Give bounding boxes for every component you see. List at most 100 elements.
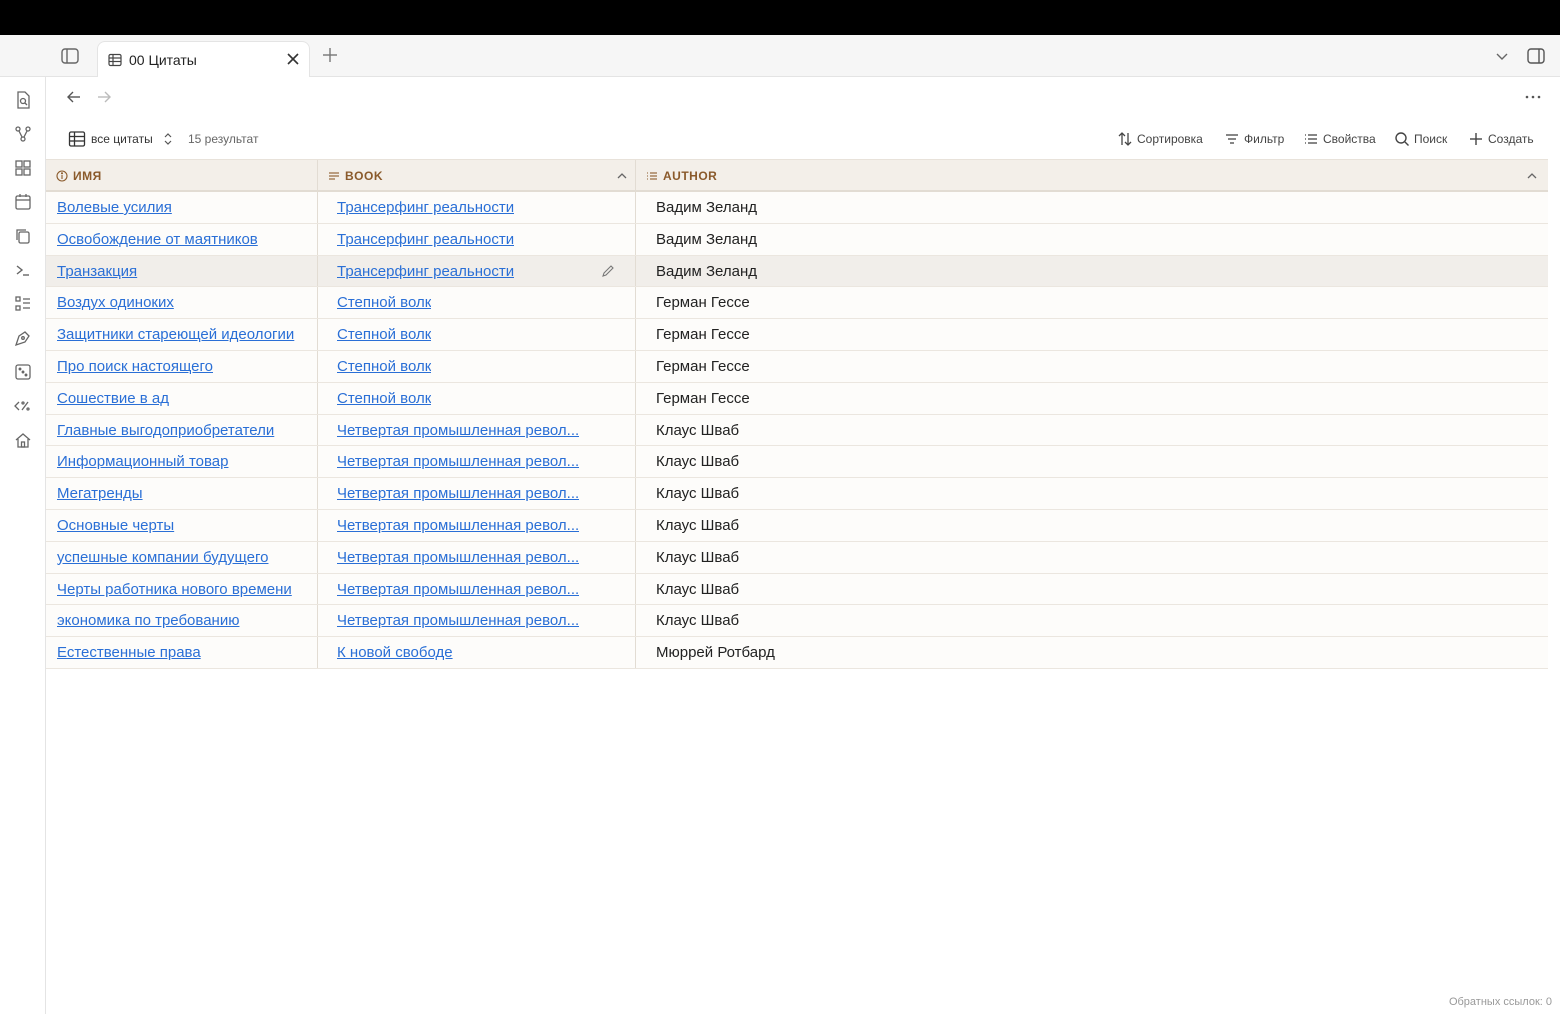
table-row[interactable]: Основные черты Четвертая промышленная рев… bbox=[46, 509, 1548, 542]
table-row[interactable]: Информационный товар Четвертая промышленн… bbox=[46, 446, 1548, 479]
quote-link[interactable]: успешные компании будущего bbox=[57, 549, 268, 566]
chevron-down-icon[interactable] bbox=[1494, 48, 1510, 64]
book-link[interactable]: Степной волк bbox=[337, 326, 431, 343]
close-icon[interactable] bbox=[286, 52, 300, 66]
book-link[interactable]: Четвертая промышленная револ... bbox=[337, 453, 579, 470]
sort-button[interactable]: Сортировка bbox=[1117, 129, 1203, 149]
cell-author[interactable]: Клаус Шваб bbox=[656, 446, 1456, 477]
cell-author[interactable]: Вадим Зеланд bbox=[656, 256, 1456, 287]
column-divider[interactable] bbox=[317, 160, 318, 190]
table-row[interactable]: Транзакция Трансерфинг реальности Вадим Зе… bbox=[46, 255, 1548, 288]
cell-author[interactable]: Герман Гессе bbox=[656, 319, 1456, 350]
cell-author[interactable]: Вадим Зеланд bbox=[656, 224, 1456, 255]
copy-icon[interactable] bbox=[13, 226, 33, 246]
table-row[interactable]: экономика по требованию Четвертая промышл… bbox=[46, 605, 1548, 638]
cell-book: Четвертая промышленная револ... bbox=[337, 446, 587, 477]
more-options-icon[interactable] bbox=[1524, 89, 1542, 105]
table-row[interactable]: Воздух одиноких Степной волк Герман Гессе bbox=[46, 287, 1548, 320]
book-link[interactable]: Четвертая промышленная револ... bbox=[337, 517, 579, 534]
book-link[interactable]: Трансерфинг реальности bbox=[337, 231, 514, 248]
graph-icon[interactable] bbox=[13, 124, 33, 144]
right-sidebar-toggle-icon[interactable] bbox=[1526, 46, 1546, 66]
pencil-edit-icon[interactable] bbox=[601, 264, 615, 278]
cell-author[interactable]: Герман Гессе bbox=[656, 287, 1456, 318]
book-link[interactable]: К новой свободе bbox=[337, 644, 453, 661]
cell-author[interactable]: Клаус Шваб bbox=[656, 478, 1456, 509]
table-row[interactable]: Волевые усилия Трансерфинг реальности Вади… bbox=[46, 192, 1548, 224]
quote-link[interactable]: Мегатренды bbox=[57, 485, 143, 502]
properties-button[interactable]: Свойства bbox=[1303, 129, 1376, 149]
quote-link[interactable]: Про поиск настоящего bbox=[57, 358, 213, 375]
quote-link[interactable]: Транзакция bbox=[57, 263, 137, 280]
column-header-book[interactable]: BOOK bbox=[328, 160, 383, 191]
quote-link[interactable]: Волевые усилия bbox=[57, 199, 172, 216]
table-row[interactable]: Сошествие в ад Степной волк Герман Гессе bbox=[46, 382, 1548, 415]
cell-author[interactable]: Клаус Шваб bbox=[656, 605, 1456, 636]
book-link[interactable]: Степной волк bbox=[337, 294, 431, 311]
filter-button[interactable]: Фильтр bbox=[1224, 129, 1284, 149]
left-sidebar-toggle-icon[interactable] bbox=[60, 46, 80, 66]
book-link[interactable]: Четвертая промышленная револ... bbox=[337, 485, 579, 502]
quote-link[interactable]: Освобождение от маятников bbox=[57, 231, 258, 248]
table-icon[interactable] bbox=[68, 130, 86, 148]
book-link[interactable]: Трансерфинг реальности bbox=[337, 199, 514, 216]
column-divider[interactable] bbox=[635, 160, 636, 190]
quote-link[interactable]: Сошествие в ад bbox=[57, 390, 169, 407]
cell-author[interactable]: Клаус Шваб bbox=[656, 574, 1456, 605]
quote-link[interactable]: Информационный товар bbox=[57, 453, 228, 470]
column-header-name[interactable]: ИМЯ bbox=[56, 160, 102, 191]
cell-author[interactable]: Вадим Зеланд bbox=[656, 192, 1456, 223]
arrow-left-icon[interactable] bbox=[66, 89, 82, 105]
chevron-up-down-icon[interactable] bbox=[163, 132, 173, 146]
chevron-up-icon[interactable] bbox=[1526, 170, 1538, 182]
create-button[interactable]: Создать bbox=[1468, 129, 1534, 149]
dice-icon[interactable] bbox=[13, 362, 33, 382]
new-tab-plus-icon[interactable] bbox=[320, 45, 340, 65]
table-row[interactable]: Мегатренды Четвертая промышленная револ..… bbox=[46, 478, 1548, 510]
template-icon[interactable] bbox=[13, 396, 33, 416]
base-toolbar: все цитаты 15 результат Сортировка Фильт… bbox=[46, 127, 1560, 151]
cell-book: Четвертая промышленная револ... bbox=[337, 542, 587, 573]
quote-link[interactable]: Защитники стареющей идеологии bbox=[57, 326, 294, 343]
calendar-icon[interactable] bbox=[13, 192, 33, 212]
search-button[interactable]: Поиск bbox=[1394, 129, 1447, 149]
book-link[interactable]: Степной волк bbox=[337, 390, 431, 407]
quote-link[interactable]: Основные черты bbox=[57, 517, 174, 534]
table-row[interactable]: Про поиск настоящего Степной волк Герман Г… bbox=[46, 350, 1548, 383]
terminal-icon[interactable] bbox=[13, 260, 33, 280]
cell-author[interactable]: Мюррей Ротбард bbox=[656, 637, 1456, 668]
table-row[interactable]: Защитники стареющей идеологии Степной вол… bbox=[46, 319, 1548, 351]
view-selector[interactable]: все цитаты bbox=[91, 132, 153, 146]
quote-link[interactable]: экономика по требованию bbox=[57, 612, 239, 629]
chevron-up-icon[interactable] bbox=[616, 170, 628, 182]
arrow-right-icon[interactable] bbox=[96, 89, 112, 105]
home-icon[interactable] bbox=[13, 430, 33, 450]
book-link[interactable]: Четвертая промышленная револ... bbox=[337, 422, 579, 439]
quote-link[interactable]: Воздух одиноких bbox=[57, 294, 174, 311]
quote-link[interactable]: Черты работника нового времени bbox=[57, 581, 292, 598]
cell-book: Четвертая промышленная револ... bbox=[337, 574, 587, 605]
cell-author[interactable]: Клаус Шваб bbox=[656, 542, 1456, 573]
book-link[interactable]: Четвертая промышленная револ... bbox=[337, 612, 579, 629]
cell-author[interactable]: Клаус Шваб bbox=[656, 415, 1456, 446]
tab-quotes[interactable]: 00 Цитаты bbox=[97, 41, 310, 78]
pen-icon[interactable] bbox=[13, 328, 33, 348]
grid-icon[interactable] bbox=[13, 158, 33, 178]
table-row[interactable]: Главные выгодоприобретатели Четвертая про… bbox=[46, 414, 1548, 447]
table-row[interactable]: Черты работника нового времени Четвертая … bbox=[46, 573, 1548, 606]
cell-author[interactable]: Клаус Шваб bbox=[656, 510, 1456, 541]
table-row[interactable]: Освобождение от маятников Трансерфинг реа… bbox=[46, 223, 1548, 256]
table-row[interactable]: Естественные права К новой свободе Мюррей … bbox=[46, 637, 1548, 669]
cell-author[interactable]: Герман Гессе bbox=[656, 383, 1456, 414]
quote-link[interactable]: Естественные права bbox=[57, 644, 201, 661]
table-row[interactable]: успешные компании будущего Четвертая пром… bbox=[46, 541, 1548, 574]
book-link[interactable]: Четвертая промышленная револ... bbox=[337, 549, 579, 566]
column-header-author[interactable]: AUTHOR bbox=[646, 160, 717, 191]
list-icon[interactable] bbox=[13, 294, 33, 314]
cell-author[interactable]: Герман Гессе bbox=[656, 351, 1456, 382]
book-link[interactable]: Степной волк bbox=[337, 358, 431, 375]
quote-link[interactable]: Главные выгодоприобретатели bbox=[57, 422, 274, 439]
book-link[interactable]: Трансерфинг реальности bbox=[337, 263, 514, 280]
book-link[interactable]: Четвертая промышленная револ... bbox=[337, 581, 579, 598]
file-search-icon[interactable] bbox=[13, 90, 33, 110]
